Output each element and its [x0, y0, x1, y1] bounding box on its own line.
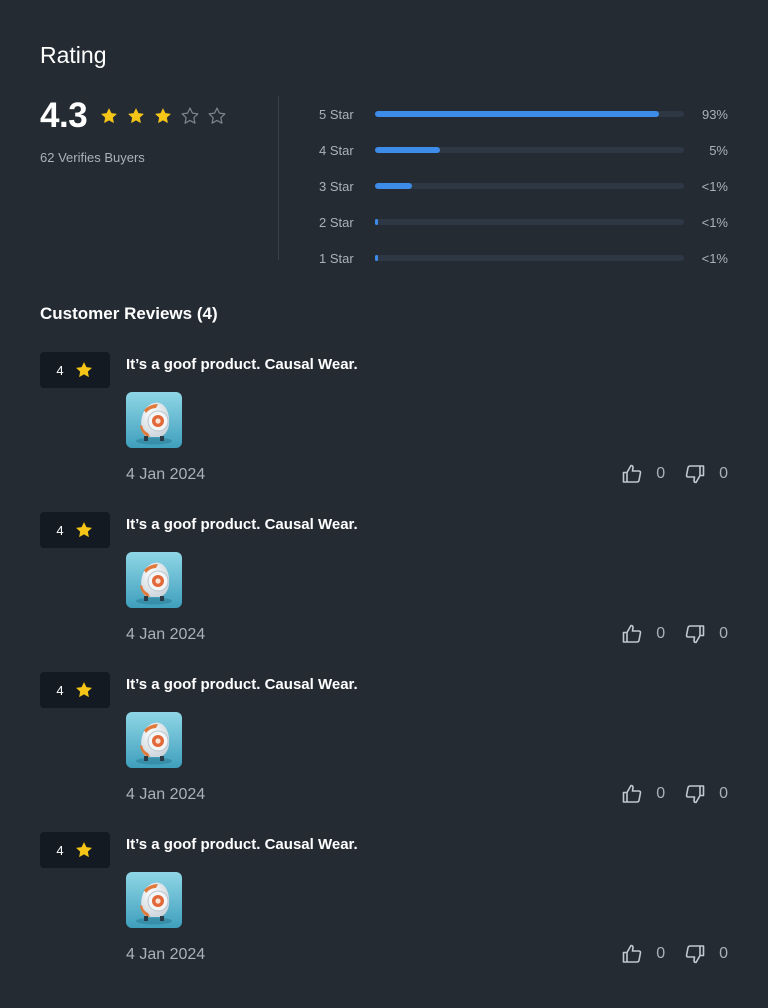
rating-distribution: 5 Star 93% 4 Star 5% 3 Star <1% 2 Star <1% 1 Sta…: [319, 96, 728, 276]
like-button[interactable]: [620, 782, 644, 806]
review-rating-badge: 4: [40, 352, 110, 388]
product-thumbnail-icon: [126, 872, 182, 928]
review-date: 4 Jan 2024: [126, 946, 206, 963]
distribution-percent: <1%: [701, 214, 728, 230]
like-count: 0: [656, 945, 666, 962]
review-votes: 00: [620, 782, 728, 806]
star-filled-icon: [75, 842, 92, 858]
review-product-image[interactable]: [126, 712, 182, 768]
like-button[interactable]: [620, 622, 644, 646]
review-rating-value: 4: [56, 362, 64, 378]
like-button[interactable]: [620, 462, 644, 486]
dislike-button[interactable]: [683, 782, 707, 806]
average-rating: 4.3: [40, 96, 88, 135]
review-date: 4 Jan 2024: [126, 466, 206, 483]
dislike-button[interactable]: [683, 622, 707, 646]
review-rating-value: 4: [56, 682, 64, 698]
like-button[interactable]: [620, 942, 644, 966]
rating-title: Rating: [40, 42, 107, 68]
distribution-bar-track: [375, 219, 684, 225]
star-filled-icon: [75, 362, 92, 378]
distribution-label: 1 Star: [319, 250, 354, 266]
thumbs-down-icon: [685, 625, 705, 644]
distribution-bar-fill: [375, 183, 413, 189]
review-rating-badge: 4: [40, 672, 110, 708]
star-filled-icon: [128, 108, 145, 124]
product-thumbnail-icon: [126, 392, 182, 448]
review-text: It’s a goof product. Causal Wear.: [126, 356, 358, 373]
review-item: 4 It’s a goof product. Causal Wear. 4 Jan …: [40, 352, 728, 492]
dislike-button[interactable]: [683, 942, 707, 966]
review-item: 4 It’s a goof product. Causal Wear. 4 Jan …: [40, 672, 728, 812]
review-votes: 00: [620, 462, 728, 486]
distribution-label: 2 Star: [319, 214, 354, 230]
thumbs-down-icon: [685, 785, 705, 804]
distribution-bar-track: [375, 255, 684, 261]
review-rating-badge: 4: [40, 832, 110, 868]
product-thumbnail-icon: [126, 712, 182, 768]
distribution-percent: <1%: [701, 250, 728, 266]
dislike-button[interactable]: [683, 462, 707, 486]
summary-divider: [278, 96, 279, 260]
review-text: It’s a goof product. Causal Wear.: [126, 516, 358, 533]
verified-buyers-count: 62 Verifies Buyers: [40, 150, 145, 165]
thumbs-down-icon: [685, 465, 705, 484]
review-text: It’s a goof product. Causal Wear.: [126, 836, 358, 853]
star-empty-icon: [208, 107, 226, 124]
like-count: 0: [656, 625, 666, 642]
rating-summary: 4.3 62 Verifies Buyers: [40, 96, 260, 165]
review-rating-value: 4: [56, 842, 64, 858]
distribution-row: 5 Star 93%: [319, 96, 728, 132]
distribution-bar-track: [375, 111, 684, 117]
distribution-percent: 5%: [709, 142, 728, 158]
distribution-label: 4 Star: [319, 142, 354, 158]
review-date: 4 Jan 2024: [126, 786, 206, 803]
review-product-image[interactable]: [126, 552, 182, 608]
distribution-bar-fill: [375, 255, 379, 261]
star-filled-icon: [101, 108, 118, 124]
distribution-row: 1 Star <1%: [319, 240, 728, 276]
review-rating-badge: 4: [40, 512, 110, 548]
review-rating-value: 4: [56, 522, 64, 538]
distribution-label: 5 Star: [319, 106, 354, 122]
review-votes: 00: [620, 942, 728, 966]
star-empty-icon: [181, 107, 199, 124]
thumbs-up-icon: [622, 944, 642, 963]
review-product-image[interactable]: [126, 392, 182, 448]
distribution-bar-fill: [375, 219, 379, 225]
thumbs-down-icon: [685, 945, 705, 964]
dislike-count: 0: [719, 785, 728, 802]
distribution-bar-track: [375, 147, 684, 153]
star-filled-icon: [75, 522, 92, 538]
review-item: 4 It’s a goof product. Causal Wear. 4 Jan …: [40, 832, 728, 972]
review-product-image[interactable]: [126, 872, 182, 928]
distribution-percent: <1%: [701, 178, 728, 194]
star-filled-icon: [155, 108, 172, 124]
distribution-percent: 93%: [701, 106, 728, 122]
dislike-count: 0: [719, 625, 728, 642]
review-text: It’s a goof product. Causal Wear.: [126, 676, 358, 693]
distribution-bar-track: [375, 183, 684, 189]
rating-stars: [99, 106, 227, 126]
distribution-label: 3 Star: [319, 178, 354, 194]
like-count: 0: [656, 785, 666, 802]
distribution-row: 2 Star <1%: [319, 204, 728, 240]
review-date: 4 Jan 2024: [126, 626, 206, 643]
thumbs-up-icon: [622, 624, 642, 643]
star-filled-icon: [75, 682, 92, 698]
dislike-count: 0: [719, 945, 728, 962]
thumbs-up-icon: [622, 464, 642, 483]
like-count: 0: [656, 465, 666, 482]
distribution-row: 3 Star <1%: [319, 168, 728, 204]
dislike-count: 0: [719, 465, 728, 482]
distribution-bar-fill: [375, 111, 660, 117]
customer-reviews-title: Customer Reviews (4): [40, 304, 218, 323]
distribution-bar-fill: [375, 147, 440, 153]
distribution-row: 4 Star 5%: [319, 132, 728, 168]
product-thumbnail-icon: [126, 552, 182, 608]
review-item: 4 It’s a goof product. Causal Wear. 4 Jan …: [40, 512, 728, 652]
thumbs-up-icon: [622, 784, 642, 803]
review-votes: 00: [620, 622, 728, 646]
